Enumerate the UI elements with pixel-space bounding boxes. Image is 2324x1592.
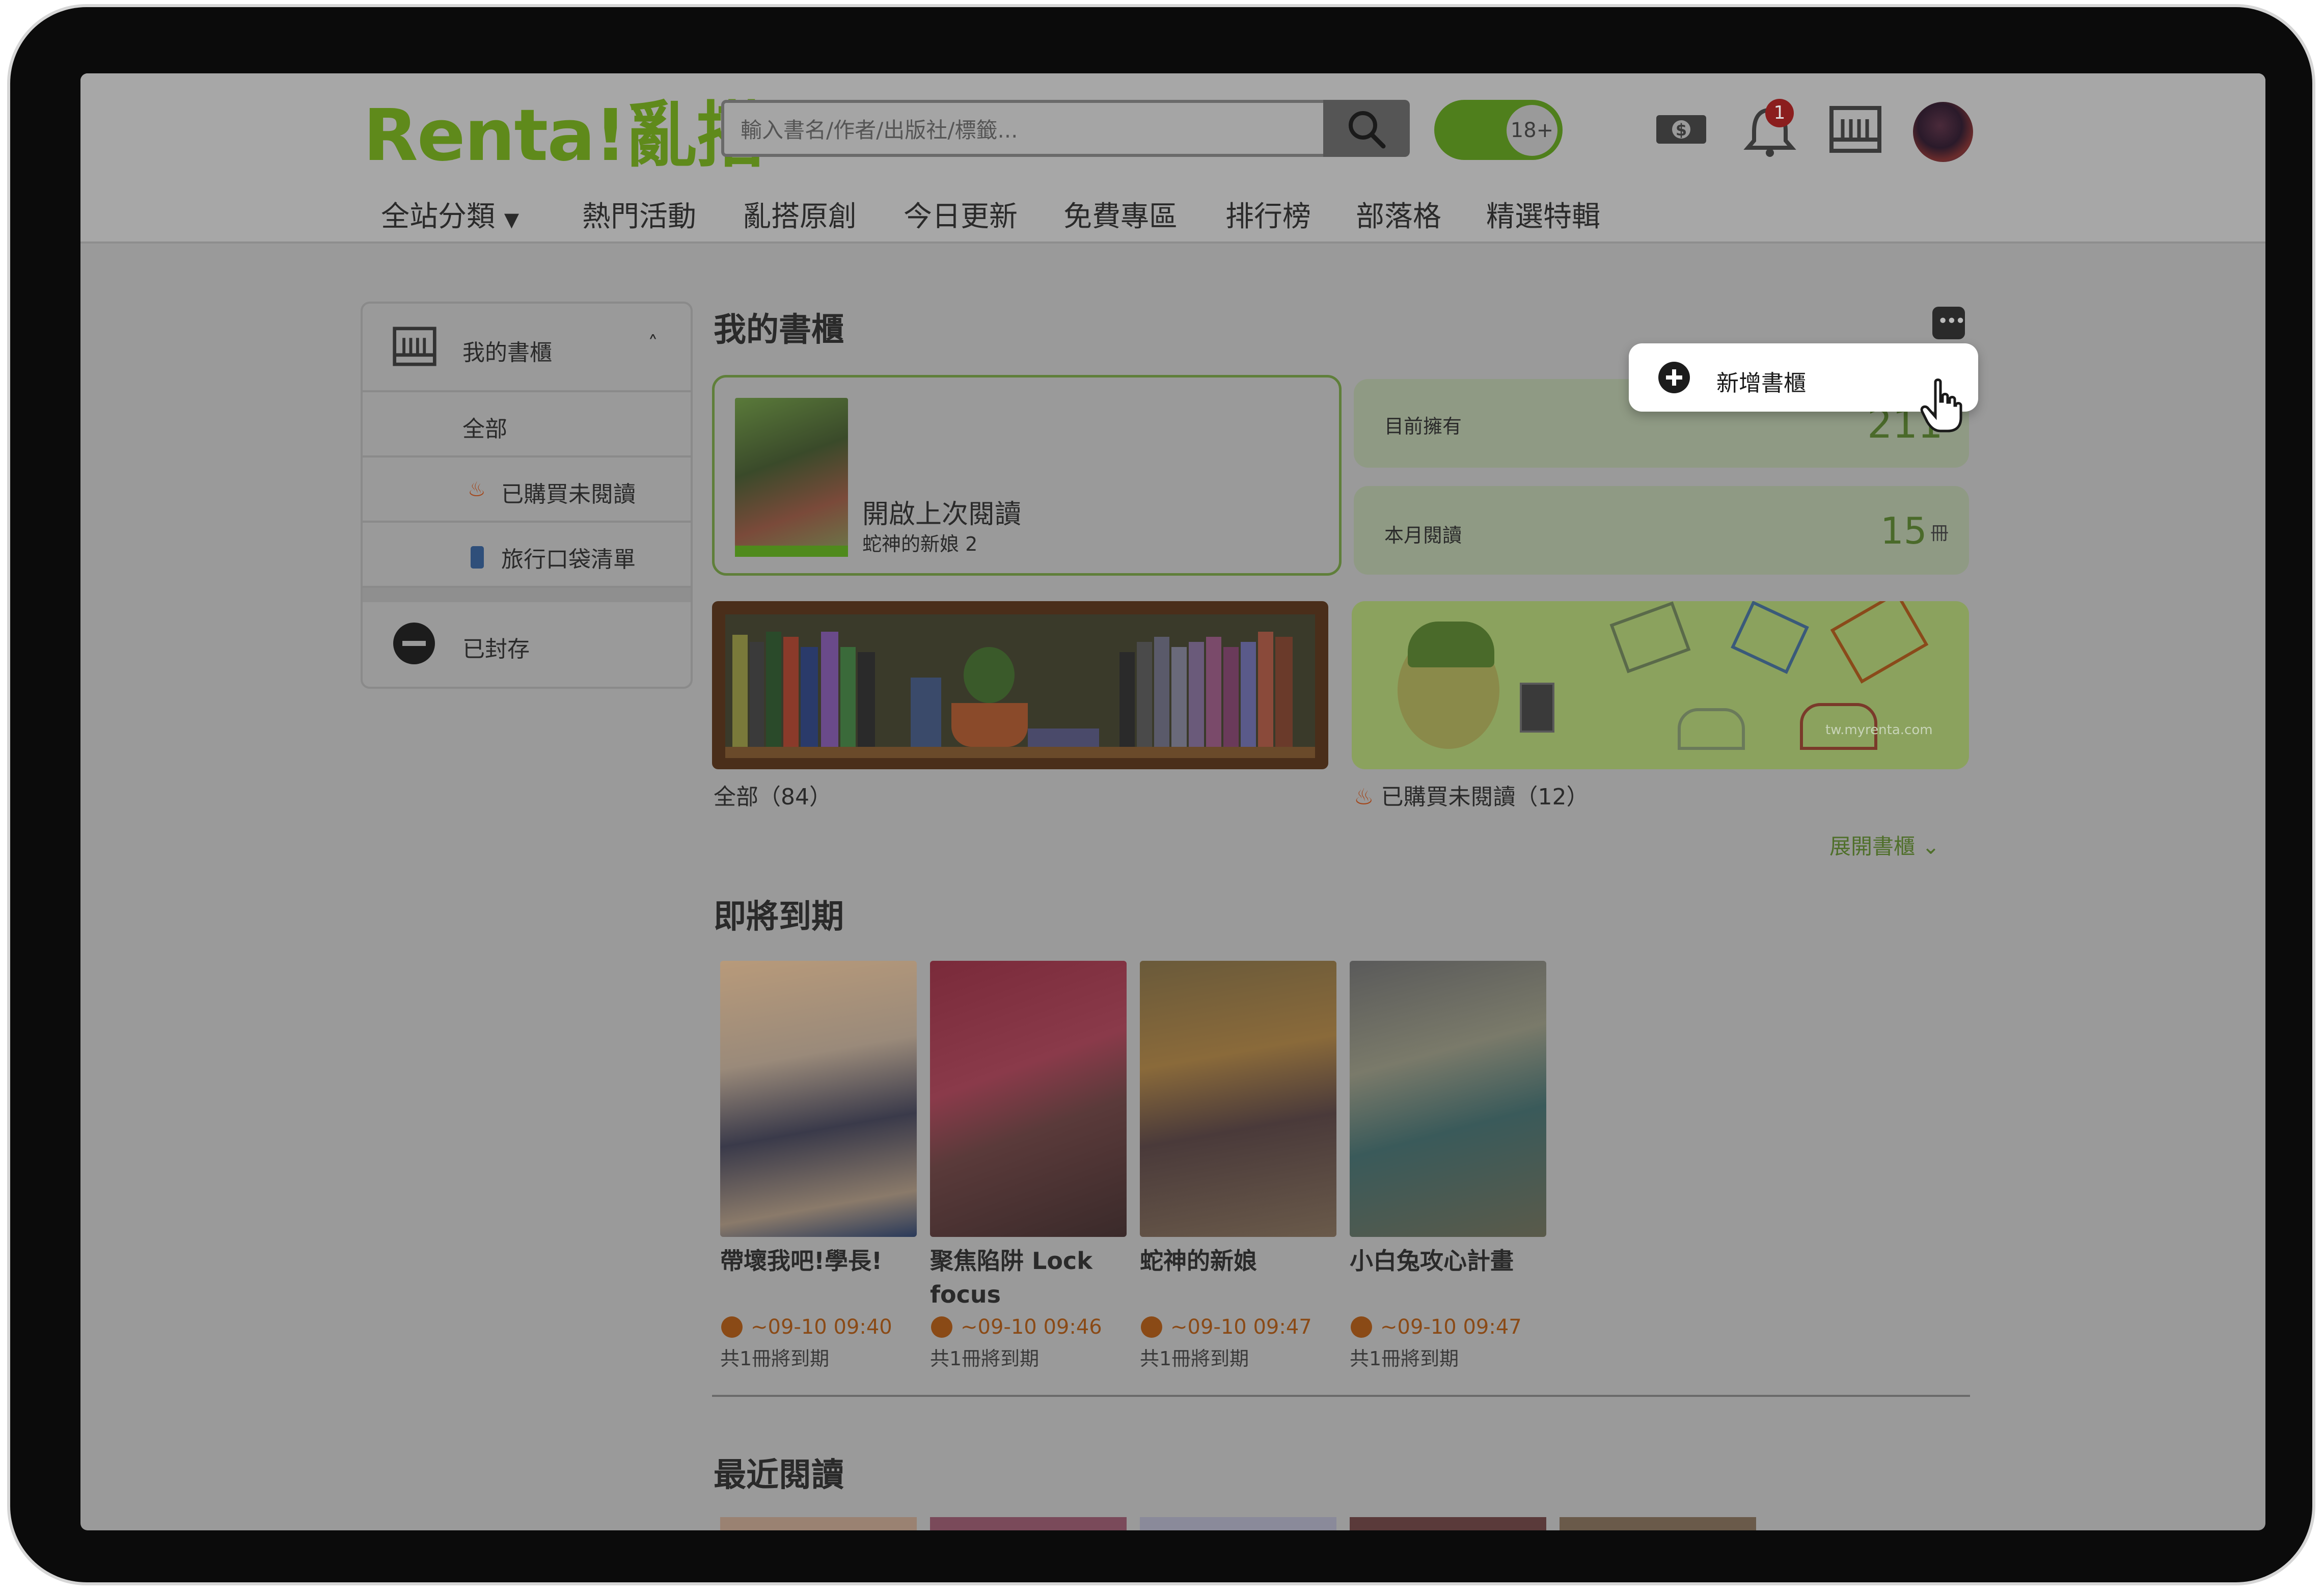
book-cover[interactable] [1350,961,1546,1237]
shelf-all-image[interactable] [712,601,1328,769]
site-logo[interactable]: Renta!亂搭 [363,98,768,174]
search-box[interactable] [721,100,1334,157]
section-divider [712,1395,1970,1397]
last-read-label: 開啟上次閱讀 [862,499,1022,530]
expire-note: 共1冊將到期 [1140,1347,1249,1370]
book-title[interactable]: 小白兔攻心計畫 [1350,1244,1553,1278]
sidebar-title[interactable]: 我的書櫃 [462,334,552,367]
screen: Renta!亂搭 18+ $ 1 [80,73,2265,1530]
avatar[interactable] [1913,102,1973,162]
recent-book-cover[interactable] [930,1517,1127,1530]
svg-text:$: $ [1676,120,1687,140]
sidebar-item-label: 全部 [462,416,507,442]
chevron-down-icon: ⌄ [1922,834,1940,859]
banner-url: tw.myrenta.com [1825,722,1933,738]
expire-date: ~09-10 09:40 [751,1315,892,1339]
book-title[interactable]: 蛇神的新娘 [1140,1244,1344,1278]
sidebar-item-unread[interactable]: ♨ 已購買未閱讀 [363,455,691,523]
month-value: 15 [1880,509,1927,552]
expire-note: 共1冊將到期 [720,1347,830,1370]
expire-date: ~09-10 09:46 [961,1315,1102,1339]
clock-icon [721,1316,743,1338]
expire-date: ~09-10 09:47 [1170,1315,1312,1339]
nav-categories[interactable]: 全站分類 ▼ [381,194,519,235]
nav-blog[interactable]: 部落格 [1356,194,1441,235]
recent-title: 最近閱讀 [714,1456,844,1494]
month-stat-card: 本月閱讀 15 冊 [1354,486,1969,575]
page-title: 我的書櫃 [714,311,844,349]
nav-original[interactable]: 亂搭原創 [743,194,857,235]
bookshelf-icon[interactable] [1827,104,1883,155]
fire-icon: ♨ [468,478,486,501]
clock-icon [931,1316,952,1338]
more-icon: ••• [1937,311,1966,332]
book-cover[interactable] [720,961,917,1237]
chevron-up-icon[interactable]: ˄ [648,332,658,356]
add-shelf-label: 新增書櫃 [1716,370,1806,396]
book-cover[interactable] [1140,961,1336,1237]
book-cover [735,398,848,557]
last-read-card[interactable]: 開啟上次閱讀 蛇神的新娘 2 [712,375,1342,576]
sidebar-item-travel[interactable]: 旅行口袋清單 [363,521,691,588]
search-button[interactable] [1323,100,1410,157]
shelf-all-label[interactable]: 全部（84） [714,778,832,811]
last-read-book: 蛇神的新娘 2 [862,533,978,555]
luggage-icon [471,546,484,569]
sidebar-item-archived[interactable]: 已封存 [363,600,691,687]
clock-icon [1351,1316,1372,1338]
bookshelf-icon [393,327,436,366]
expiring-title: 即將到期 [714,898,844,936]
month-label: 本月閱讀 [1384,524,1462,547]
nav-free[interactable]: 免費專區 [1063,194,1178,235]
nav-today[interactable]: 今日更新 [904,194,1018,235]
expire-note: 共1冊將到期 [1350,1347,1459,1370]
recent-book-cover[interactable] [1140,1517,1336,1530]
sidebar-item-label: 已購買未閱讀 [501,481,636,507]
minus-circle-icon [393,623,435,664]
sidebar-item-label: 旅行口袋清單 [501,547,636,573]
nav-ranking[interactable]: 排行榜 [1225,194,1311,235]
search-icon [1349,111,1386,149]
plus-circle-icon [1658,362,1690,393]
book-title[interactable]: 聚焦陷阱 Lock focus [930,1244,1113,1311]
wallet-icon[interactable]: $ [1653,104,1709,153]
nav-featured[interactable]: 精選特輯 [1486,194,1600,235]
month-unit: 冊 [1930,523,1949,544]
age-toggle-knob: 18+ [1507,105,1557,156]
recent-book-cover[interactable] [1560,1517,1756,1530]
hand-cursor-icon [1920,379,1962,433]
book-cover[interactable] [930,961,1127,1237]
site-header: Renta!亂搭 18+ $ 1 [80,73,2265,244]
fire-icon: ♨ [1354,784,1374,810]
tablet-frame: Renta!亂搭 18+ $ 1 [10,7,2312,1582]
expire-note: 共1冊將到期 [930,1347,1040,1370]
search-input[interactable] [740,115,1302,145]
expand-shelf-link[interactable]: 展開書櫃 ⌄ [1829,829,1940,860]
book-title[interactable]: 帶壞我吧!學長! [720,1244,924,1278]
sidebar: 我的書櫃 ˄ 全部 ♨ 已購買未閱讀 旅行口袋清單 已封存 [361,302,693,689]
sidebar-item-all[interactable]: 全部 [363,390,691,457]
owned-label: 目前擁有 [1384,415,1462,438]
nav-events[interactable]: 熱門活動 [582,194,696,235]
expire-date: ~09-10 09:47 [1380,1315,1522,1339]
caret-down-icon: ▼ [504,208,520,231]
recent-book-cover[interactable] [1350,1517,1546,1530]
clock-icon [1141,1316,1162,1338]
recent-book-cover[interactable] [720,1517,917,1530]
read-progress-bar [735,546,848,557]
more-options-button[interactable]: ••• [1932,307,1966,339]
shelf-unread-label[interactable]: ♨ 已購買未閱讀（12） [1354,778,1589,811]
shelf-unread-banner[interactable]: tw.myrenta.com [1352,601,1969,769]
notification-badge: 1 [1765,99,1794,127]
sidebar-item-label: 已封存 [462,636,530,662]
